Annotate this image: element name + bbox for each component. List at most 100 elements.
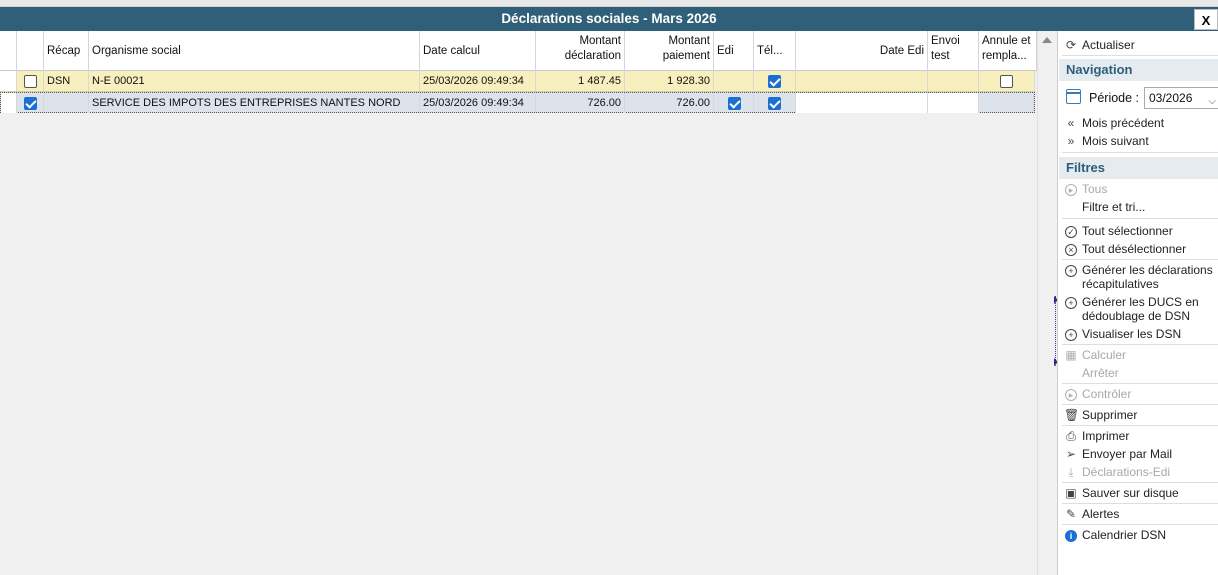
- header-edi[interactable]: Edi: [714, 31, 754, 71]
- navigation-header: Navigation: [1059, 59, 1218, 81]
- info-icon: i: [1064, 528, 1078, 542]
- cell-edi: [714, 93, 754, 113]
- next-month-button[interactable]: » Mois suivant: [1064, 134, 1218, 148]
- cell-montant-declaration: 1 487.45: [536, 71, 625, 91]
- delete-button[interactable]: 🗑 Supprimer: [1064, 408, 1218, 422]
- cell-recap: [44, 93, 89, 113]
- alerts-button[interactable]: ✎ Alertes: [1064, 507, 1218, 521]
- plus-circle-icon: +: [1064, 295, 1078, 309]
- header-date-edi[interactable]: Date Edi: [796, 31, 928, 71]
- cell-envoi-test: [928, 71, 979, 91]
- pencil-icon: ✎: [1065, 507, 1077, 521]
- period-select[interactable]: 03/2026 ⌵: [1144, 87, 1218, 109]
- cell-date-calcul: 25/03/2026 09:49:34: [420, 71, 536, 91]
- calculate-button[interactable]: ▦ Calculer: [1064, 348, 1218, 362]
- divider: [1062, 259, 1218, 260]
- edi-declarations-button[interactable]: ⤓ Déclarations-Edi: [1064, 465, 1218, 479]
- row-select-cell: [17, 71, 44, 91]
- divider: [1062, 482, 1218, 483]
- send-icon: ➢: [1065, 447, 1077, 461]
- action-panel: ⟳ Actualiser Navigation Période : 03/202…: [1057, 31, 1218, 575]
- send-mail-button[interactable]: ➢ Envoyer par Mail: [1064, 447, 1218, 461]
- header-date-calcul[interactable]: Date calcul: [420, 31, 536, 71]
- calendar-dsn-button[interactable]: i Calendrier DSN: [1064, 528, 1218, 542]
- window-title: Déclarations sociales - Mars 2026: [501, 11, 717, 26]
- period-value: 03/2026: [1149, 91, 1193, 105]
- select-all-button[interactable]: ✓ Tout sélectionner: [1064, 224, 1218, 238]
- cell-annule: [979, 71, 1035, 91]
- header-recap[interactable]: Récap: [44, 31, 89, 71]
- scroll-up-arrow-icon[interactable]: [1042, 37, 1052, 43]
- header-select[interactable]: [17, 31, 44, 71]
- header-annule[interactable]: Annule et rempla...: [979, 31, 1037, 71]
- chevron-down-icon: ⌵: [1208, 96, 1216, 107]
- declarations-grid: Récap Organisme social Date calcul Monta…: [0, 31, 1037, 575]
- cell-organisme: SERVICE DES IMPOTS DES ENTREPRISES NANTE…: [89, 93, 420, 113]
- row-indicator: [0, 71, 17, 91]
- print-button[interactable]: ⎙ Imprimer: [1064, 429, 1218, 443]
- cell-montant-paiement: 1 928.30: [625, 71, 714, 91]
- floppy-disk-icon: ▣: [1065, 486, 1077, 500]
- vertical-scrollbar[interactable]: [1037, 31, 1055, 575]
- divider: [1062, 218, 1218, 219]
- divider: [1062, 524, 1218, 525]
- generate-ducs-button[interactable]: + Générer les DUCS en dédoublage de DSN: [1064, 295, 1218, 323]
- refresh-icon: ⟳: [1065, 38, 1077, 52]
- tel-checkbox[interactable]: [768, 75, 781, 88]
- grid-header: Récap Organisme social Date calcul Monta…: [0, 31, 1037, 71]
- view-dsn-button[interactable]: + Visualiser les DSN: [1064, 327, 1218, 341]
- save-disk-button[interactable]: ▣ Sauver sur disque: [1064, 486, 1218, 500]
- cell-tel: [754, 71, 796, 91]
- deselect-all-button[interactable]: × Tout désélectionner: [1064, 242, 1218, 256]
- divider: [1062, 344, 1218, 345]
- printer-icon: ⎙: [1066, 429, 1076, 443]
- header-organisme[interactable]: Organisme social: [89, 31, 420, 71]
- cell-date-edi: [796, 71, 928, 91]
- stop-button[interactable]: Arrêter: [1064, 366, 1218, 380]
- header-montant-declaration[interactable]: Montant déclaration: [536, 31, 625, 71]
- filters-header: Filtres: [1059, 157, 1218, 179]
- double-chevron-left-icon: «: [1067, 116, 1075, 130]
- cell-date-edi: [796, 93, 928, 113]
- cell-montant-paiement: 726.00: [625, 93, 714, 113]
- plus-circle-icon: +: [1064, 327, 1078, 341]
- download-icon: ⤓: [1068, 465, 1074, 479]
- divider: [1062, 503, 1218, 504]
- prev-month-button[interactable]: « Mois précédent: [1064, 116, 1218, 130]
- row-select-cell: [17, 93, 44, 113]
- trash-icon: 🗑: [1064, 408, 1080, 422]
- calculator-icon: ▦: [1065, 348, 1077, 362]
- table-row[interactable]: SERVICE DES IMPOTS DES ENTREPRISES NANTE…: [0, 92, 1035, 113]
- divider: [1062, 55, 1218, 56]
- calendar-icon: [1066, 89, 1081, 104]
- divider: [1062, 383, 1218, 384]
- filter-all-button[interactable]: ▸ Tous: [1064, 182, 1218, 196]
- check-circle-icon: ✓: [1064, 224, 1078, 238]
- header-montant-paiement[interactable]: Montant paiement: [625, 31, 714, 71]
- period-label: Période :: [1089, 91, 1140, 105]
- plus-circle-icon: +: [1064, 263, 1078, 277]
- cell-envoi-test: [928, 93, 979, 113]
- close-button[interactable]: X: [1194, 9, 1218, 30]
- generate-recap-button[interactable]: + Générer les déclarations récapitulativ…: [1064, 263, 1218, 291]
- cell-recap: DSN: [44, 71, 89, 91]
- cell-annule: [979, 93, 1034, 113]
- divider: [1062, 404, 1218, 405]
- filter-sort-button[interactable]: Filtre et tri...: [1064, 200, 1218, 214]
- cell-organisme: N-E 00021: [89, 71, 420, 91]
- cell-montant-declaration: 726.00: [536, 93, 625, 113]
- refresh-button[interactable]: ⟳ Actualiser: [1064, 38, 1218, 52]
- play-circle-icon: ▸: [1064, 387, 1078, 401]
- table-row[interactable]: DSN N-E 00021 25/03/2026 09:49:34 1 487.…: [0, 71, 1035, 92]
- header-envoi-test[interactable]: Envoi test: [928, 31, 979, 71]
- divider: [1062, 425, 1218, 426]
- tel-checkbox[interactable]: [768, 97, 781, 110]
- row-select-checkbox[interactable]: [24, 97, 37, 110]
- header-tel[interactable]: Tél...: [754, 31, 796, 71]
- double-chevron-right-icon: »: [1067, 134, 1075, 148]
- row-select-checkbox[interactable]: [24, 75, 37, 88]
- control-button[interactable]: ▸ Contrôler: [1064, 387, 1218, 401]
- cell-date-calcul: 25/03/2026 09:49:34: [420, 93, 536, 113]
- annule-checkbox[interactable]: [1000, 75, 1013, 88]
- edi-checkbox[interactable]: [728, 97, 741, 110]
